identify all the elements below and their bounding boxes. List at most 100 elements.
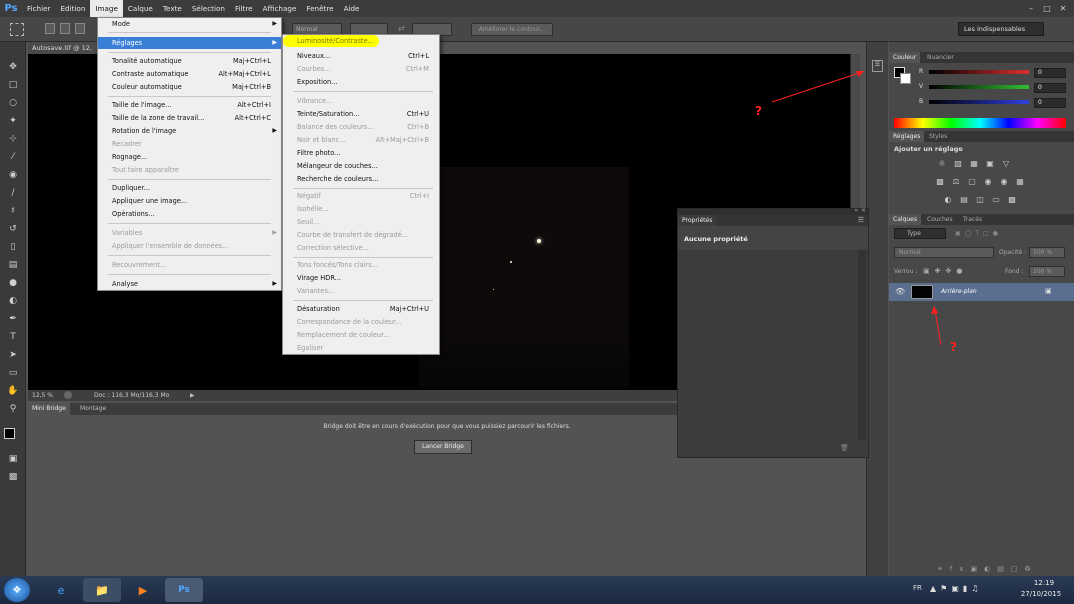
curves-adjust-icon[interactable]: ▦	[969, 159, 979, 168]
zoom-level[interactable]: 12,5 %	[32, 390, 53, 401]
lock-icons[interactable]: ▣✚✥●	[923, 267, 967, 275]
menu-selection[interactable]: Sélection	[187, 0, 230, 17]
layer-actions-bar[interactable]: ⚭fx▣◐▤□♻	[937, 565, 1038, 573]
move-tool-icon[interactable]: ✥	[5, 60, 21, 74]
menu-image[interactable]: Image	[90, 0, 123, 17]
brush-tool-icon[interactable]: ∕	[5, 186, 21, 200]
menu-calque[interactable]: Calque	[123, 0, 158, 17]
menu-edition[interactable]: Edition	[56, 0, 91, 17]
internet-explorer-icon[interactable]: e	[42, 578, 80, 602]
green-slider[interactable]	[929, 85, 1029, 89]
posterize-icon[interactable]: ▤	[959, 195, 969, 204]
panel-menu-icon[interactable]: ☰	[858, 216, 864, 224]
menu-item-auto-color[interactable]: Couleur automatique Maj+Ctrl+B	[98, 81, 281, 93]
swap-icon[interactable]: ⇄	[398, 24, 405, 33]
eye-icon[interactable]: 👁	[895, 287, 905, 296]
menu-item-desaturate[interactable]: Désaturation Maj+Ctrl+U	[283, 303, 439, 315]
tab-nuancier[interactable]: Nuancier	[923, 52, 958, 63]
hue-saturation-icon[interactable]: ▩	[935, 177, 945, 186]
menu-item-color-lookup[interactable]: Recherche de couleurs...	[283, 173, 439, 185]
zoom-tool-icon[interactable]: ⚲	[5, 402, 21, 416]
trash-icon[interactable]: 🗑	[840, 444, 849, 452]
tab-traces[interactable]: Tracés	[959, 214, 986, 225]
tab-styles[interactable]: Styles	[925, 131, 951, 142]
brightness-adjust-icon[interactable]: ☼	[937, 159, 947, 168]
maximize-icon[interactable]: □	[1042, 4, 1052, 14]
menu-fichier[interactable]: Fichier	[22, 0, 56, 17]
explorer-folder-icon[interactable]: 📁	[83, 578, 121, 602]
layer-row[interactable]: 👁 Arrière-plan ▣	[889, 283, 1074, 301]
menu-item-apply-image[interactable]: Appliquer une image...	[98, 195, 281, 207]
red-slider[interactable]	[929, 70, 1029, 74]
background-color-swatch[interactable]	[900, 73, 911, 84]
menu-item-mode[interactable]: Mode ▶	[98, 18, 281, 30]
menu-item-image-size[interactable]: Taille de l'image... Alt+Ctrl+I	[98, 99, 281, 111]
start-button-icon[interactable]: ❖	[4, 578, 30, 602]
photo-filter-icon[interactable]: ◉	[983, 177, 993, 186]
launch-bridge-button[interactable]: Lancer Bridge	[414, 440, 472, 454]
menu-item-exposure[interactable]: Exposition...	[283, 76, 439, 88]
menu-texte[interactable]: Texte	[158, 0, 187, 17]
channel-mixer-icon[interactable]: ◉	[999, 177, 1009, 186]
add-selection-icon[interactable]	[60, 23, 70, 34]
exposure-adjust-icon[interactable]: ▣	[985, 159, 995, 168]
menu-item-trim[interactable]: Rognage...	[98, 151, 281, 163]
blue-slider[interactable]	[929, 100, 1029, 104]
dodge-tool-icon[interactable]: ◐	[5, 294, 21, 308]
shape-tool-icon[interactable]: ▭	[5, 366, 21, 380]
menu-item-calculations[interactable]: Opérations...	[98, 208, 281, 220]
tab-montage[interactable]: Montage	[76, 403, 110, 415]
minimize-icon[interactable]: –	[1026, 4, 1036, 14]
invert-icon[interactable]: ◐	[943, 195, 953, 204]
healing-brush-icon[interactable]: ◉	[5, 168, 21, 182]
system-tray-icons[interactable]: ▲⚑▣▮♫	[930, 584, 982, 593]
subtract-selection-icon[interactable]	[75, 23, 85, 34]
tab-mini-bridge[interactable]: Mini Bridge	[28, 403, 70, 415]
layer-filter-select[interactable]: Type	[894, 228, 946, 239]
tab-calques[interactable]: Calques	[889, 214, 921, 225]
menu-item-canvas-size[interactable]: Taille de la zone de travail... Alt+Ctrl+…	[98, 112, 281, 124]
crop-tool-icon[interactable]: ⊹	[5, 132, 21, 146]
clone-stamp-icon[interactable]: ♯	[5, 204, 21, 218]
blend-mode-select[interactable]: Normal	[894, 247, 994, 258]
tab-reglages[interactable]: Réglages	[889, 131, 925, 142]
levels-adjust-icon[interactable]: ▧	[953, 159, 963, 168]
gradient-map-icon[interactable]: ▭	[991, 195, 1001, 204]
foreground-color-swatch[interactable]	[4, 428, 15, 439]
screen-mode-icon[interactable]: ▩	[5, 470, 21, 484]
tab-couleur[interactable]: Couleur	[889, 52, 921, 63]
red-value[interactable]: 0	[1034, 68, 1066, 78]
close-icon[interactable]: ✕	[1058, 4, 1068, 14]
menu-aide[interactable]: Aide	[339, 0, 365, 17]
eraser-tool-icon[interactable]: ▯	[5, 240, 21, 254]
menu-item-photo-filter[interactable]: Filtre photo...	[283, 147, 439, 159]
quick-mask-icon[interactable]: ▣	[5, 452, 21, 466]
opacity-field[interactable]: 100 %	[1029, 247, 1065, 258]
path-selection-icon[interactable]: ➤	[5, 348, 21, 362]
pen-tool-icon[interactable]: ✒	[5, 312, 21, 326]
menu-filtre[interactable]: Filtre	[230, 0, 258, 17]
black-white-icon[interactable]: ▢	[967, 177, 977, 186]
gradient-tool-icon[interactable]: ▤	[5, 258, 21, 272]
clock-date[interactable]: 27/10/2015	[1016, 590, 1066, 598]
refine-edge-button[interactable]: Améliorer le contour...	[471, 23, 553, 36]
menu-item-image-rotation[interactable]: Rotation de l'image ▶	[98, 125, 281, 137]
fill-field[interactable]: 100 %	[1029, 266, 1065, 277]
quick-selection-icon[interactable]: ✦	[5, 114, 21, 128]
close-icon[interactable]: ×	[861, 207, 866, 214]
menu-item-channel-mixer[interactable]: Mélangeur de couches...	[283, 160, 439, 172]
photoshop-taskbar-icon[interactable]: Ps	[165, 578, 203, 602]
layer-name[interactable]: Arrière-plan	[941, 288, 977, 295]
type-tool-icon[interactable]: T	[5, 330, 21, 344]
language-indicator[interactable]: FR	[913, 584, 922, 592]
green-value[interactable]: 0	[1034, 83, 1066, 93]
selective-color-icon[interactable]: ▩	[1007, 195, 1017, 204]
new-selection-icon[interactable]	[45, 23, 55, 34]
workspace-select[interactable]: Les indispensables	[958, 22, 1044, 36]
marquee-tool-icon[interactable]: □	[5, 78, 21, 92]
menu-item-reglages[interactable]: Réglages ▶	[98, 37, 281, 49]
media-player-icon[interactable]: ▶	[124, 578, 162, 602]
menu-item-hue-saturation[interactable]: Teinte/Saturation... Ctrl+U	[283, 108, 439, 120]
eyedropper-icon[interactable]: ⁄	[5, 150, 21, 164]
menu-item-duplicate[interactable]: Dupliquer...	[98, 182, 281, 194]
